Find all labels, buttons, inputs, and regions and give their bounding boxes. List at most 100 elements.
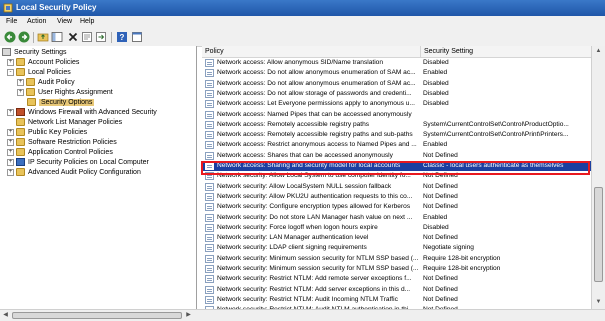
policy-item-icon <box>205 275 214 284</box>
scroll-left-arrow-icon[interactable]: ◀ <box>1 311 10 320</box>
policy-name-cell: Network security: Minimum session securi… <box>217 254 419 262</box>
tree-item-windows-firewall[interactable]: + Windows Firewall with Advanced Security <box>7 108 157 118</box>
menu-help[interactable]: Help <box>80 18 94 25</box>
tree-item-ip-security-policies[interactable]: + IP Security Policies on Local Computer <box>7 158 149 168</box>
toolbar-separator <box>33 32 34 43</box>
security-setting-cell: Enabled <box>423 69 448 77</box>
security-setting-cell: Not Defined <box>423 182 458 190</box>
policy-name-cell: Network security: Do not store LAN Manag… <box>217 213 413 221</box>
policy-item-icon <box>205 182 214 191</box>
collapse-icon[interactable]: - <box>7 68 14 76</box>
table-row[interactable]: Network security: Restrict NTLM: Add ser… <box>202 285 591 295</box>
table-row[interactable]: Network security: LDAP client signing re… <box>202 243 591 253</box>
table-row[interactable]: Network access: Allow anonymous SID/Name… <box>202 58 591 68</box>
horizontal-scroll-thumb[interactable] <box>12 312 182 319</box>
up-folder-icon[interactable] <box>37 31 49 43</box>
delete-icon[interactable] <box>67 31 79 43</box>
policy-name-cell: Network access: Do not allow anonymous e… <box>217 69 416 77</box>
table-row[interactable]: Network access: Do not allow anonymous e… <box>202 79 591 89</box>
policy-name-cell: Network security: Minimum session securi… <box>217 265 419 272</box>
table-row[interactable]: Network security: Allow LocalSystem NULL… <box>202 182 591 192</box>
security-setting-cell: Not Defined <box>423 234 458 242</box>
column-header-policy[interactable]: Policy <box>202 46 421 57</box>
tree-item-label: Network List Manager Policies <box>28 119 123 126</box>
svg-text:?: ? <box>120 33 125 42</box>
table-row[interactable]: Network security: Do not store LAN Manag… <box>202 213 591 223</box>
tree-item-audit-policy[interactable]: + Audit Policy <box>17 78 75 88</box>
tree-item-security-settings[interactable]: Security Settings <box>2 48 67 58</box>
tree-item-label: Local Policies <box>28 69 71 76</box>
expand-icon[interactable]: + <box>7 168 14 176</box>
column-header-security-setting[interactable]: Security Setting <box>421 46 591 57</box>
scroll-down-arrow-icon[interactable]: ▼ <box>594 298 603 307</box>
table-row[interactable]: Network security: Allow PKU2U authentica… <box>202 192 591 202</box>
policy-item-icon <box>205 131 214 140</box>
tree-item-security-options[interactable]: Security Options <box>27 98 95 108</box>
table-row[interactable]: Network access: Let Everyone permissions… <box>202 99 591 109</box>
folder-icon <box>16 58 25 67</box>
table-row[interactable]: Network access: Remotely accessible regi… <box>202 130 591 140</box>
tree-item-software-restriction-policies[interactable]: + Software Restriction Policies <box>7 138 117 148</box>
table-row[interactable]: Network security: Minimum session securi… <box>202 264 591 274</box>
table-row[interactable]: Network access: Named Pipes that can be … <box>202 110 591 120</box>
tree-item-network-list-manager[interactable]: Network List Manager Policies <box>7 118 122 128</box>
expand-icon[interactable]: + <box>7 158 14 166</box>
table-row[interactable]: Network access: Shares that can be acces… <box>202 151 591 161</box>
policy-name-cell: Network security: Allow LocalSystem NULL… <box>217 182 392 190</box>
policy-item-icon <box>205 79 214 88</box>
tree-item-local-policies[interactable]: - Local Policies <box>7 68 71 78</box>
table-row[interactable]: Network access: Restrict anonymous acces… <box>202 140 591 150</box>
vertical-scroll-thumb[interactable] <box>594 187 603 282</box>
help-icon[interactable]: ? <box>116 31 128 43</box>
tree-item-label: Windows Firewall with Advanced Security <box>28 109 157 116</box>
table-row[interactable]: Network security: Configure encryption t… <box>202 202 591 212</box>
toolbar-separator <box>111 32 112 43</box>
tree-item-label: Security Options <box>39 99 95 106</box>
tree-item-application-control-policies[interactable]: + Application Control Policies <box>7 148 113 158</box>
scroll-up-arrow-icon[interactable]: ▲ <box>594 47 603 56</box>
expand-icon[interactable]: + <box>7 128 14 136</box>
tree-item-advanced-audit-policy[interactable]: + Advanced Audit Policy Configuration <box>7 168 141 178</box>
export-list-icon[interactable] <box>95 31 107 43</box>
table-row[interactable]: Network security: Restrict NTLM: Audit I… <box>202 295 591 305</box>
table-row[interactable]: Network access: Remotely accessible regi… <box>202 120 591 130</box>
tree-item-account-policies[interactable]: + Account Policies <box>7 58 79 68</box>
policy-name-cell: Network access: Do not allow storage of … <box>217 89 412 97</box>
tree-item-label: User Rights Assignment <box>38 89 113 96</box>
horizontal-scrollbar[interactable]: ◀ ▶ <box>0 309 605 321</box>
tree-item-user-rights-assignment[interactable]: + User Rights Assignment <box>17 88 113 98</box>
menu-file[interactable]: File <box>6 18 17 25</box>
table-row[interactable]: Network security: Restrict NTLM: Add rem… <box>202 274 591 284</box>
show-hide-tree-icon[interactable] <box>51 31 63 43</box>
expand-icon[interactable]: + <box>17 88 24 96</box>
expand-icon[interactable]: + <box>7 138 14 146</box>
scroll-right-arrow-icon[interactable]: ▶ <box>184 311 193 320</box>
menu-action[interactable]: Action <box>27 18 46 25</box>
table-row[interactable]: Network security: Minimum session securi… <box>202 254 591 264</box>
tree-item-public-key-policies[interactable]: + Public Key Policies <box>7 128 87 138</box>
vertical-scrollbar[interactable]: ▲ ▼ <box>591 46 605 309</box>
menu-view[interactable]: View <box>57 18 72 25</box>
security-setting-cell: System\CurrentControlSet\Control\Print\P… <box>423 131 569 139</box>
table-row[interactable]: Network security: LAN Manager authentica… <box>202 233 591 243</box>
expand-icon[interactable]: + <box>7 148 14 156</box>
expand-icon[interactable]: + <box>17 78 24 86</box>
console-icon[interactable] <box>131 31 143 43</box>
navigation-tree: Security Settings + Account Policies - Loc… <box>0 46 197 309</box>
expand-icon[interactable]: + <box>7 108 14 116</box>
table-row[interactable]: Network access: Do not allow storage of … <box>202 89 591 99</box>
back-arrow-icon[interactable] <box>4 31 16 43</box>
table-row[interactable]: Network access: Do not allow anonymous e… <box>202 68 591 78</box>
policy-name-cell: Network access: Remotely accessible regi… <box>217 120 370 128</box>
policy-item-icon <box>205 213 214 222</box>
policy-item-icon <box>205 203 214 212</box>
policy-item-icon <box>205 234 214 243</box>
properties-icon[interactable] <box>81 31 93 43</box>
expand-icon[interactable]: + <box>7 58 14 66</box>
table-row[interactable]: Network security: Force logoff when logo… <box>202 223 591 233</box>
folder-open-icon <box>16 68 25 77</box>
security-setting-cell: Require 128-bit encryption <box>423 254 501 262</box>
policy-name-cell: Network access: Shares that can be acces… <box>217 151 393 159</box>
forward-arrow-icon[interactable] <box>18 31 30 43</box>
